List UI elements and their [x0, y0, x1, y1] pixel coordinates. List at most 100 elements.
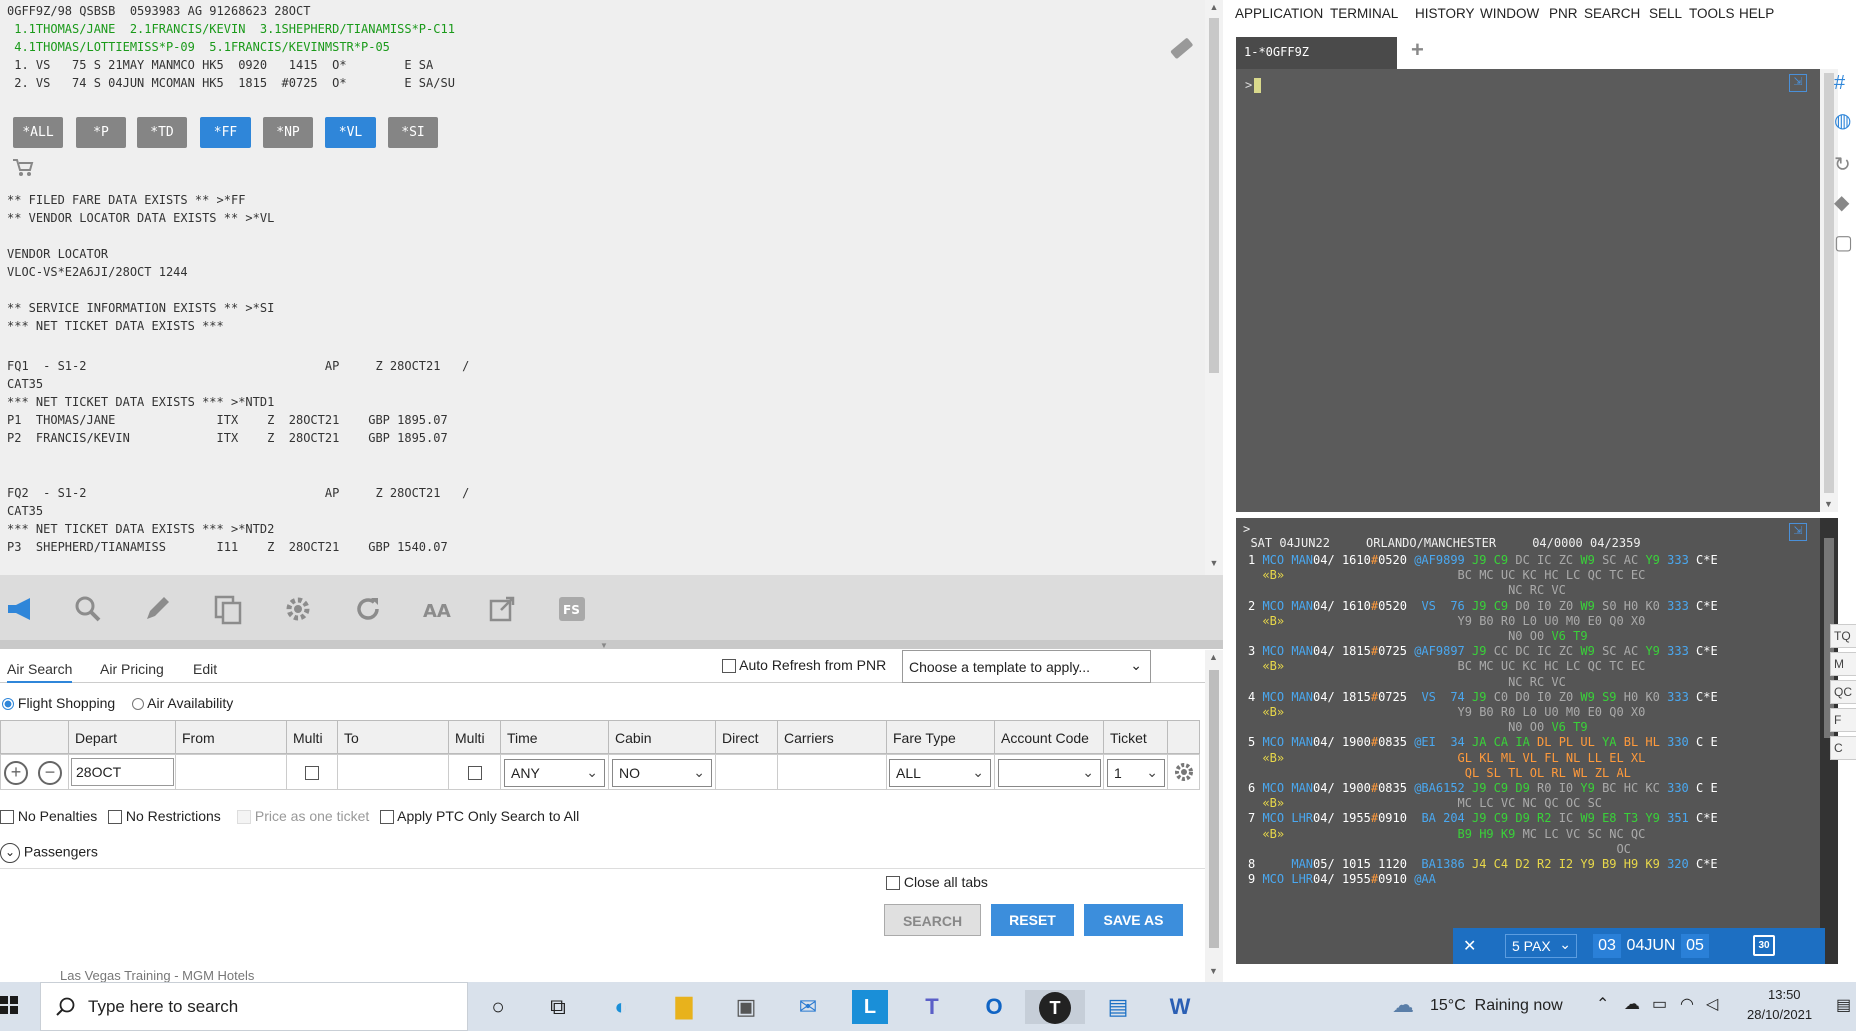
globe-icon[interactable]: ◍	[1834, 108, 1856, 132]
form-scrollbar[interactable]: ▲ ▼	[1205, 650, 1223, 982]
no-restrictions-option[interactable]: No Restrictions	[108, 808, 221, 825]
tab-edit[interactable]: Edit	[193, 661, 217, 677]
menu-history[interactable]: HISTORY	[1415, 6, 1475, 21]
windows-start-icon[interactable]	[0, 994, 18, 1016]
chip-all[interactable]: *ALL	[13, 117, 63, 148]
scroll-down-icon[interactable]: ▼	[1209, 966, 1218, 976]
scroll-down-icon[interactable]: ▼	[1209, 558, 1219, 568]
date-current[interactable]: 04JUN	[1625, 934, 1677, 958]
menu-help[interactable]: HELP	[1739, 6, 1774, 21]
date-next-button[interactable]: 05	[1681, 934, 1709, 958]
cabin-select[interactable]: NO ⌄	[612, 759, 712, 787]
to-input[interactable]	[337, 754, 449, 790]
chevron-down-circle-icon[interactable]: ⌄	[0, 843, 20, 863]
search-button[interactable]: SEARCH	[884, 904, 981, 936]
multi-from-checkbox[interactable]	[305, 766, 319, 780]
menu-tools[interactable]: TOOLS	[1689, 6, 1735, 21]
close-icon[interactable]: ✕	[1463, 936, 1476, 956]
clock-date[interactable]: 28/10/2021	[1747, 1007, 1812, 1022]
close-all-tabs-option[interactable]: Close all tabs	[886, 874, 988, 891]
pax-selector[interactable]: 5 PAX ⌄	[1505, 934, 1577, 958]
travelport-app-icon[interactable]: T	[1025, 990, 1085, 1024]
copy-icon[interactable]	[211, 592, 245, 626]
menu-sell[interactable]: SELL	[1649, 6, 1682, 21]
l-app-icon[interactable]: L	[852, 990, 888, 1024]
rail-button-qc[interactable]: QC	[1830, 680, 1856, 704]
onedrive-icon[interactable]: ☁	[1624, 994, 1640, 1014]
pnr-scrollbar[interactable]: ▲ ▼	[1205, 0, 1223, 575]
mode-air-availability[interactable]: Air Availability	[132, 695, 233, 711]
clock-time[interactable]: 13:50	[1768, 987, 1801, 1002]
mode-flight-shopping[interactable]: Flight Shopping	[2, 695, 115, 711]
fare-type-select[interactable]: ALL ⌄	[889, 759, 991, 787]
store-icon[interactable]: ▣	[728, 990, 764, 1024]
no-restrictions-checkbox[interactable]	[108, 810, 122, 825]
menu-search[interactable]: SEARCH	[1584, 6, 1640, 21]
from-input[interactable]	[175, 754, 287, 790]
apply-ptc-option[interactable]: Apply PTC Only Search to All	[380, 808, 579, 825]
pencil-icon[interactable]	[140, 592, 174, 626]
mail-icon[interactable]: ✉	[790, 990, 826, 1024]
radio-unselected-icon[interactable]	[132, 698, 144, 711]
rail-button-m[interactable]: M	[1830, 652, 1856, 676]
hash-icon[interactable]: #	[1834, 72, 1856, 96]
close-all-tabs-checkbox[interactable]	[886, 876, 900, 891]
taskbar-search-box[interactable]: Type here to search	[40, 982, 468, 1031]
tray-chevron-icon[interactable]: ⌃	[1596, 994, 1609, 1014]
remote-desktop-icon[interactable]: ▤	[1100, 990, 1136, 1024]
radio-selected-icon[interactable]	[2, 698, 14, 711]
word-icon[interactable]: W	[1162, 990, 1198, 1024]
edge-icon[interactable]: ◐	[603, 990, 639, 1024]
megaphone-icon[interactable]	[4, 592, 38, 626]
multi-to-checkbox[interactable]	[468, 766, 482, 780]
ruler-icon[interactable]: ◆	[1834, 190, 1856, 214]
menu-pnr[interactable]: PNR	[1549, 6, 1578, 21]
weather-text[interactable]: 15°C Raining now	[1430, 997, 1563, 1015]
scroll-up-icon[interactable]: ▲	[1209, 2, 1219, 12]
chip-p[interactable]: *P	[76, 117, 126, 148]
scroll-up-icon[interactable]: ▲	[1209, 652, 1218, 662]
tab-air-pricing[interactable]: Air Pricing	[100, 661, 164, 677]
external-link-icon[interactable]	[485, 592, 519, 626]
menu-terminal[interactable]: TERMINAL	[1330, 6, 1398, 21]
calendar-icon[interactable]: 30	[1753, 935, 1775, 956]
auto-refresh-option[interactable]: Auto Refresh from PNR	[722, 657, 886, 674]
notifications-icon[interactable]: ▤	[1836, 995, 1851, 1015]
no-penalties-checkbox[interactable]	[0, 810, 14, 825]
fs-icon[interactable]: FS	[555, 592, 589, 626]
refresh-icon[interactable]	[351, 592, 385, 626]
chip-np[interactable]: *NP	[263, 117, 313, 148]
carriers-input[interactable]	[777, 754, 887, 790]
account-code-select[interactable]: ⌄	[998, 759, 1101, 787]
save-as-button[interactable]: SAVE AS	[1084, 904, 1183, 936]
scroll-thumb[interactable]	[1209, 18, 1219, 373]
rail-button-c[interactable]: C	[1830, 736, 1856, 760]
terminal-input-window[interactable]: > ⇲	[1236, 69, 1820, 512]
template-select[interactable]: Choose a template to apply... ⌄	[902, 650, 1151, 683]
chip-si[interactable]: *SI	[388, 117, 438, 148]
font-size-icon[interactable]: AA	[420, 592, 454, 626]
add-tab-icon[interactable]: +	[1411, 37, 1424, 63]
time-select[interactable]: ANY ⌄	[504, 759, 605, 787]
ruler-icon[interactable]	[1167, 35, 1195, 63]
teams-icon[interactable]: T	[914, 990, 950, 1024]
window-icon[interactable]: ▢	[1834, 230, 1856, 254]
auto-refresh-checkbox[interactable]	[722, 659, 736, 674]
tab-air-search[interactable]: Air Search	[7, 661, 73, 683]
outlook-icon[interactable]: O	[976, 990, 1012, 1024]
remove-row-icon[interactable]: −	[38, 761, 62, 785]
apply-ptc-checkbox[interactable]	[380, 810, 394, 825]
reset-button[interactable]: RESET	[991, 904, 1074, 936]
rail-button-f[interactable]: F	[1830, 708, 1856, 732]
direct-cell[interactable]	[715, 754, 778, 790]
ticket-select[interactable]: 1 ⌄	[1107, 759, 1165, 787]
splitter-grip-icon[interactable]: ▼	[600, 641, 608, 650]
weather-icon[interactable]: ☁	[1392, 992, 1414, 1018]
rail-button-tq[interactable]: TQ	[1830, 624, 1856, 648]
chip-td[interactable]: *TD	[137, 117, 187, 148]
collapse-icon[interactable]: ⇲	[1789, 523, 1807, 541]
date-prev-button[interactable]: 03	[1593, 934, 1621, 958]
gear-icon[interactable]	[281, 592, 315, 626]
battery-icon[interactable]: ▭	[1652, 994, 1667, 1014]
pane-splitter[interactable]: ▼	[0, 640, 1223, 650]
